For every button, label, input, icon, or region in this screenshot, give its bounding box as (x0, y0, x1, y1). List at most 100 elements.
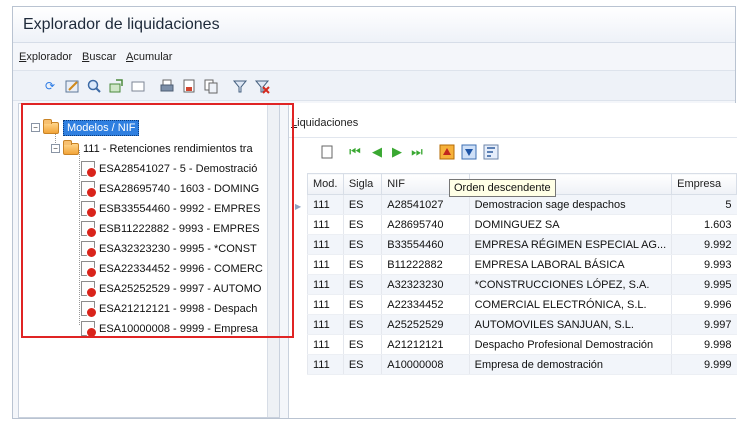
cell-mod: 111 (307, 214, 344, 235)
cell-nif: A25252529 (381, 314, 470, 335)
table-row[interactable]: 111 ES B11222882 EMPRESA LABORAL BÁSICA … (307, 254, 737, 275)
filter-icon[interactable] (231, 77, 249, 95)
col-empresa[interactable]: Empresa (671, 173, 737, 195)
search-icon[interactable] (85, 77, 103, 95)
cell-sigla: ES (342, 234, 382, 255)
cell-empresa: 1.603 (671, 214, 737, 235)
tree-item[interactable]: ESA28541027 - 5 - Demostració (81, 159, 257, 178)
tree-item[interactable]: ESA25252529 - 9997 - AUTOMO (81, 279, 261, 298)
menu-bar: Explorador Buscar Acumular (13, 43, 735, 71)
cell-name: *CONSTRUCCIONES LÓPEZ, S.A. (468, 274, 672, 295)
print-preview-icon[interactable] (180, 77, 198, 95)
clear-filter-icon[interactable] (253, 77, 271, 95)
tree-item[interactable]: ESA21212121 - 9998 - Despach (81, 299, 257, 318)
table-row[interactable]: 111 ES A28541027 Demostracion sage despa… (307, 194, 737, 215)
previous-record-icon[interactable]: ◀ (369, 144, 385, 159)
table-row[interactable]: 111 ES A10000008 Empresa de demostración… (307, 354, 737, 375)
first-record-icon[interactable]: ⏮ (347, 144, 363, 159)
table-row[interactable]: 111 ES A28695740 DOMINGUEZ SA 1.603 (307, 214, 737, 235)
menu-acumular[interactable]: Acumular (126, 51, 172, 63)
cell-nif: A32323230 (381, 274, 470, 295)
tree-item-label: ESB33554460 - 9992 - EMPRES (99, 202, 261, 215)
cell-empresa: 9.993 (671, 254, 737, 275)
document-icon (81, 281, 97, 298)
collapse-icon[interactable]: − (31, 123, 40, 132)
tree-scrollbar[interactable] (267, 104, 279, 417)
cell-empresa: 9.995 (671, 274, 737, 295)
sort-options-icon[interactable] (483, 144, 499, 160)
table-row[interactable]: 111 ES A21212121 Despacho Profesional De… (307, 334, 737, 355)
tree-item[interactable]: ESA28695740 - 1603 - DOMING (81, 179, 259, 198)
menu-acumular-label: cumular (133, 51, 173, 63)
tree-item-label: ESA10000008 - 9999 - Empresa (99, 322, 258, 335)
cell-mod: 111 (307, 294, 344, 315)
document-icon (81, 241, 97, 258)
tree-root[interactable]: − Modelos / NIF (31, 118, 140, 137)
cell-empresa: 9.992 (671, 234, 737, 255)
main-toolbar: ⟳ (13, 71, 735, 101)
new-document-icon[interactable] (319, 145, 335, 159)
last-record-icon[interactable]: ⏭ (409, 144, 425, 159)
cell-empresa: 9.997 (671, 314, 737, 335)
next-record-icon[interactable]: ▶ (389, 144, 405, 159)
title-bar: Explorador de liquidaciones (13, 7, 735, 43)
cell-name: EMPRESA RÉGIMEN ESPECIAL AG... (468, 234, 672, 255)
tree-item[interactable]: ESA22334452 - 9996 - COMERC (81, 259, 263, 278)
col-mod[interactable]: Mod. (307, 173, 344, 195)
cell-empresa: 9.996 (671, 294, 737, 315)
cell-empresa: 9.999 (671, 354, 737, 375)
cell-mod: 111 (307, 314, 344, 335)
col-sigla[interactable]: Sigla (342, 173, 383, 195)
cell-sigla: ES (342, 314, 382, 335)
cell-name: Empresa de demostración (468, 354, 672, 375)
tree-item-label: ESA25252529 - 9997 - AUTOMO (99, 282, 262, 295)
export-icon[interactable] (107, 77, 125, 95)
sort-descending-icon[interactable] (461, 144, 477, 160)
cell-mod: 111 (307, 354, 344, 375)
cell-sigla: ES (342, 354, 382, 375)
tree-item-label: ESA28695740 - 1603 - DOMING (99, 182, 260, 195)
cell-empresa: 9.998 (671, 334, 737, 355)
tree-model-111[interactable]: − 111 - Retenciones rendimientos tra (51, 139, 253, 158)
tree-item[interactable]: ESB33554460 - 9992 - EMPRES (81, 199, 260, 218)
cell-nif: A22334452 (381, 294, 470, 315)
tree-item[interactable]: ESB11222882 - 9993 - EMPRES (81, 219, 260, 238)
tree-root-label: Modelos / NIF (63, 119, 140, 136)
tree-item-label: ESA22334452 - 9996 - COMERC (99, 262, 263, 275)
cell-sigla: ES (342, 274, 382, 295)
menu-buscar[interactable]: Buscar (82, 51, 116, 63)
cell-name: COMERCIAL ELECTRÓNICA, S.L. (468, 294, 672, 315)
table-row[interactable]: 111 ES A22334452 COMERCIAL ELECTRÓNICA, … (307, 294, 737, 315)
cell-sigla: ES (342, 254, 382, 275)
cell-empresa: 5 (671, 194, 737, 215)
current-row-marker: ▶ (295, 202, 302, 211)
cell-nif: B11222882 (381, 254, 470, 275)
collapse-icon[interactable]: − (51, 144, 60, 153)
cell-sigla: ES (342, 334, 382, 355)
document-icon (81, 221, 97, 238)
cell-name: DOMINGUEZ SA (468, 214, 672, 235)
edit-icon[interactable] (63, 77, 81, 95)
cell-mod: 111 (307, 254, 344, 275)
copy-icon[interactable] (202, 77, 220, 95)
tree-item[interactable]: ESA10000008 - 9999 - Empresa (81, 319, 258, 338)
menu-explorador[interactable]: Explorador (19, 51, 72, 63)
cell-nif: A10000008 (381, 354, 470, 375)
document-icon (81, 301, 97, 318)
folder-open-icon (63, 139, 79, 155)
menu-explorador-label: xplorador (26, 51, 73, 63)
tree-panel: − Modelos / NIF − 111 - Retenciones rend… (18, 103, 280, 418)
sort-ascending-icon[interactable] (439, 144, 455, 160)
table-row[interactable]: 111 ES A25252529 AUTOMOVILES SANJUAN, S.… (307, 314, 737, 335)
print-icon[interactable] (158, 77, 176, 95)
blank-icon[interactable] (129, 77, 147, 95)
cell-mod: 111 (307, 194, 344, 215)
sort-tooltip: Orden descendente (449, 179, 556, 197)
table-row[interactable]: 111 ES B33554460 EMPRESA RÉGIMEN ESPECIA… (307, 234, 737, 255)
document-icon (81, 161, 97, 178)
document-icon (81, 181, 97, 198)
grid-panel: Liquidaciones ⏮ ◀ ▶ ⏭ ▶ Mod. Sigla NIF E… (288, 103, 737, 418)
tree-item[interactable]: ESA32323230 - 9995 - *CONST (81, 239, 257, 258)
table-row[interactable]: 111 ES A32323230 *CONSTRUCCIONES LÓPEZ, … (307, 274, 737, 295)
refresh-icon[interactable]: ⟳ (41, 77, 59, 95)
